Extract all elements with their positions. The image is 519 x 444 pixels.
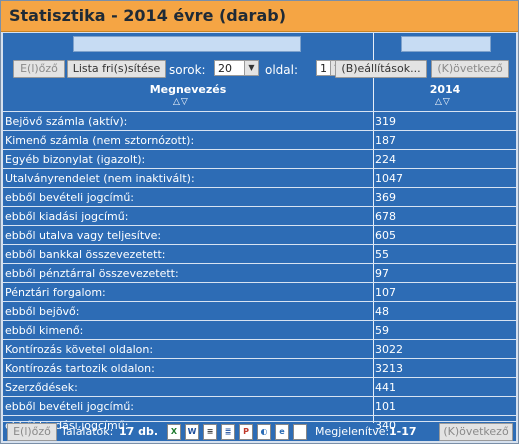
table-row[interactable]: ebből bankkal összevezetett: 55	[3, 244, 516, 263]
table-row[interactable]: Kontírozás tartozik oldalon: 3213	[3, 358, 516, 377]
row-value: 101	[375, 400, 396, 413]
sort-name-icons[interactable]: △▽	[173, 97, 189, 107]
row-name: Kontírozás követel oldalon:	[5, 343, 154, 356]
row-value: 59	[375, 324, 389, 337]
shown-value: 1-17	[389, 425, 417, 438]
row-name: Utalványrendelet (nem inaktivált):	[5, 172, 195, 185]
row-value: 441	[375, 381, 396, 394]
row-value: 3022	[375, 343, 403, 356]
year-filter-input[interactable]	[401, 36, 491, 52]
row-value: 224	[375, 153, 396, 166]
row-value: 187	[375, 134, 396, 147]
row-name: Kimenő számla (nem sztornózott):	[5, 134, 195, 147]
table-row[interactable]: ebből utalva vagy teljesítve: 605	[3, 225, 516, 244]
row-value: 97	[375, 267, 389, 280]
page-title: Statisztika - 2014 évre (darab)	[9, 6, 286, 25]
table-row[interactable]: Utalványrendelet (nem inaktivált): 1047	[3, 168, 516, 187]
row-value: 605	[375, 229, 396, 242]
settings-button[interactable]: (B)eállítások...	[335, 60, 427, 78]
name-column-header[interactable]: Megnevezés	[3, 83, 373, 96]
table-row[interactable]: ebből kimenő: 59	[3, 320, 516, 339]
row-name: ebből kiadási jogcímű:	[5, 210, 129, 223]
chevron-down-icon: ▼	[244, 61, 258, 75]
row-value: 48	[375, 305, 389, 318]
pdf-icon[interactable]: P	[239, 424, 253, 440]
table-row[interactable]: ebből bejövő: 48	[3, 301, 516, 320]
row-name: Egyéb bizonylat (igazolt):	[5, 153, 146, 166]
footer-next-button[interactable]: (K)övetkező	[439, 423, 513, 441]
statistics-rows: Bejövő számla (aktív): 319 Kimenő számla (…	[3, 111, 516, 434]
table-row[interactable]: ebből kiadási jogcímű: 678	[3, 206, 516, 225]
row-value: 369	[375, 191, 396, 204]
row-value: 1047	[375, 172, 403, 185]
statistics-window: Statisztika - 2014 évre (darab) E(l)őző …	[0, 0, 519, 444]
html-icon[interactable]: e	[275, 424, 289, 440]
row-value: 107	[375, 286, 396, 299]
statistics-grid: E(l)őző Lista fri(s)sítése sorok: 20 ▼ o…	[3, 33, 516, 441]
next-button[interactable]: (K)övetkező	[431, 60, 509, 78]
row-name: ebből bankkal összevezetett:	[5, 248, 166, 261]
results-label: Találatok:	[61, 425, 114, 438]
table-row[interactable]: Szerződések: 441	[3, 377, 516, 396]
table-row[interactable]: ebből bevételi jogcímű: 369	[3, 187, 516, 206]
footer-prev-button[interactable]: E(l)őző	[7, 423, 57, 441]
prev-button[interactable]: E(l)őző	[13, 60, 65, 78]
excel-icon[interactable]: X	[167, 424, 181, 440]
word-icon[interactable]: W	[185, 424, 199, 440]
row-name: ebből pénztárral összevezetett:	[5, 267, 179, 280]
row-value: 55	[375, 248, 389, 261]
table-row[interactable]: ebből pénztárral összevezetett: 97	[3, 263, 516, 282]
row-name: ebből utalva vagy teljesítve:	[5, 229, 162, 242]
row-value: 3213	[375, 362, 403, 375]
refresh-list-button[interactable]: Lista fri(s)sítése	[67, 60, 166, 78]
row-value: 678	[375, 210, 396, 223]
table-row[interactable]: Kontírozás követel oldalon: 3022	[3, 339, 516, 358]
row-name: Pénztári forgalom:	[5, 286, 106, 299]
table-row[interactable]: Bejövő számla (aktív): 319	[3, 111, 516, 130]
results-value: 17 db.	[119, 425, 159, 438]
row-name: ebből bevételi jogcímű:	[5, 400, 134, 413]
table-row[interactable]: Egyéb bizonylat (igazolt): 224	[3, 149, 516, 168]
image-icon[interactable]: ◐	[257, 424, 271, 440]
sort-year-icons[interactable]: △▽	[435, 97, 451, 107]
row-name: ebből bevételi jogcímű:	[5, 191, 134, 204]
year-column-header[interactable]: 2014	[374, 83, 516, 96]
title-bar: Statisztika - 2014 évre (darab)	[1, 1, 518, 32]
rows-select[interactable]: 20 ▼	[214, 60, 259, 76]
rows-select-value: 20	[218, 62, 232, 75]
row-name: ebből bejövő:	[5, 305, 80, 318]
row-name: Kontírozás tartozik oldalon:	[5, 362, 155, 375]
row-name: ebből kimenő:	[5, 324, 84, 337]
table-row[interactable]: ebből bevételi jogcímű: 101	[3, 396, 516, 415]
name-filter-input[interactable]	[73, 36, 301, 52]
row-value: 319	[375, 115, 396, 128]
page-label: oldal:	[265, 63, 299, 77]
shown-label: Megjelenítve:	[315, 425, 390, 438]
document-icon[interactable]: ≣	[221, 424, 235, 440]
rows-label: sorok:	[169, 63, 206, 77]
row-name: Szerződések:	[5, 381, 78, 394]
blank-page-icon[interactable]	[293, 424, 307, 440]
table-row[interactable]: Kimenő számla (nem sztornózott): 187	[3, 130, 516, 149]
footer-bar: E(l)őző Találatok: 17 db. X W ≡ ≣ P ◐ e …	[3, 421, 516, 442]
row-name: Bejövő számla (aktív):	[5, 115, 128, 128]
table-row[interactable]: Pénztári forgalom: 107	[3, 282, 516, 301]
page-select-value: 1	[320, 62, 327, 75]
text-icon[interactable]: ≡	[203, 424, 217, 440]
toolbar: E(l)őző Lista fri(s)sítése sorok: 20 ▼ o…	[3, 57, 516, 81]
